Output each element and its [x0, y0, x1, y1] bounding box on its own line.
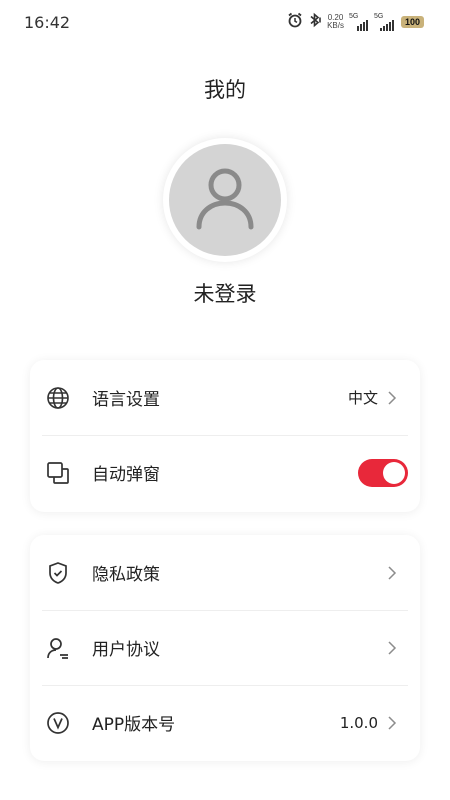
- user-agreement-label: 用户协议: [92, 640, 160, 660]
- user-agreement-row[interactable]: 用户协议: [30, 610, 420, 685]
- globe-icon: [45, 385, 71, 411]
- avatar-circle: [169, 144, 281, 256]
- net-speed: 0.20 KB/s: [327, 14, 344, 30]
- user-doc-icon: [45, 635, 71, 661]
- chevron-right-icon: [384, 390, 400, 406]
- language-setting-row[interactable]: 语言设置 中文: [30, 360, 420, 435]
- signal-label-1: 5G: [348, 13, 359, 20]
- toggle-knob: [383, 462, 405, 484]
- avatar[interactable]: [163, 138, 287, 262]
- battery-icon: 100: [400, 16, 424, 28]
- auto-popup-toggle[interactable]: [358, 459, 408, 487]
- privacy-policy-label: 隐私政策: [92, 565, 160, 585]
- signal-icon-2: 5G: [374, 13, 396, 31]
- shield-icon: [45, 560, 71, 586]
- language-setting-label: 语言设置: [92, 390, 160, 410]
- chevron-right-icon: [384, 565, 400, 581]
- alarm-icon: [287, 12, 303, 32]
- signal-icon: 5G: [349, 13, 369, 31]
- window-icon: [45, 460, 71, 486]
- language-value: 中文: [347, 389, 378, 407]
- signal-label-2: 5G: [373, 13, 384, 20]
- version-icon: [45, 710, 71, 736]
- auto-popup-row: 自动弹窗: [30, 435, 420, 510]
- status-time: 16:42: [24, 13, 71, 32]
- page-title: 我的: [204, 78, 246, 102]
- app-version-label: APP版本号: [92, 715, 176, 735]
- settings-card: 语言设置 中文 自动弹窗: [30, 360, 420, 512]
- chevron-right-icon: [384, 640, 400, 656]
- login-status[interactable]: 未登录: [0, 278, 450, 308]
- chevron-right-icon: [384, 715, 400, 731]
- app-version-row[interactable]: APP版本号 1.0.0: [30, 685, 420, 760]
- user-icon: [193, 165, 257, 235]
- status-icons: 0.20 KB/s 5G 5G 100: [287, 12, 424, 32]
- bluetooth-icon: [308, 12, 322, 32]
- about-card: 隐私政策 用户协议 APP版本号 1.0.0: [30, 535, 420, 761]
- app-version-value: 1.0.0: [339, 713, 378, 732]
- net-speed-unit: KB/s: [327, 21, 344, 30]
- privacy-policy-row[interactable]: 隐私政策: [30, 535, 420, 610]
- auto-popup-label: 自动弹窗: [92, 465, 160, 485]
- status-bar: 16:42 0.20 KB/s 5G 5G 100: [0, 0, 450, 46]
